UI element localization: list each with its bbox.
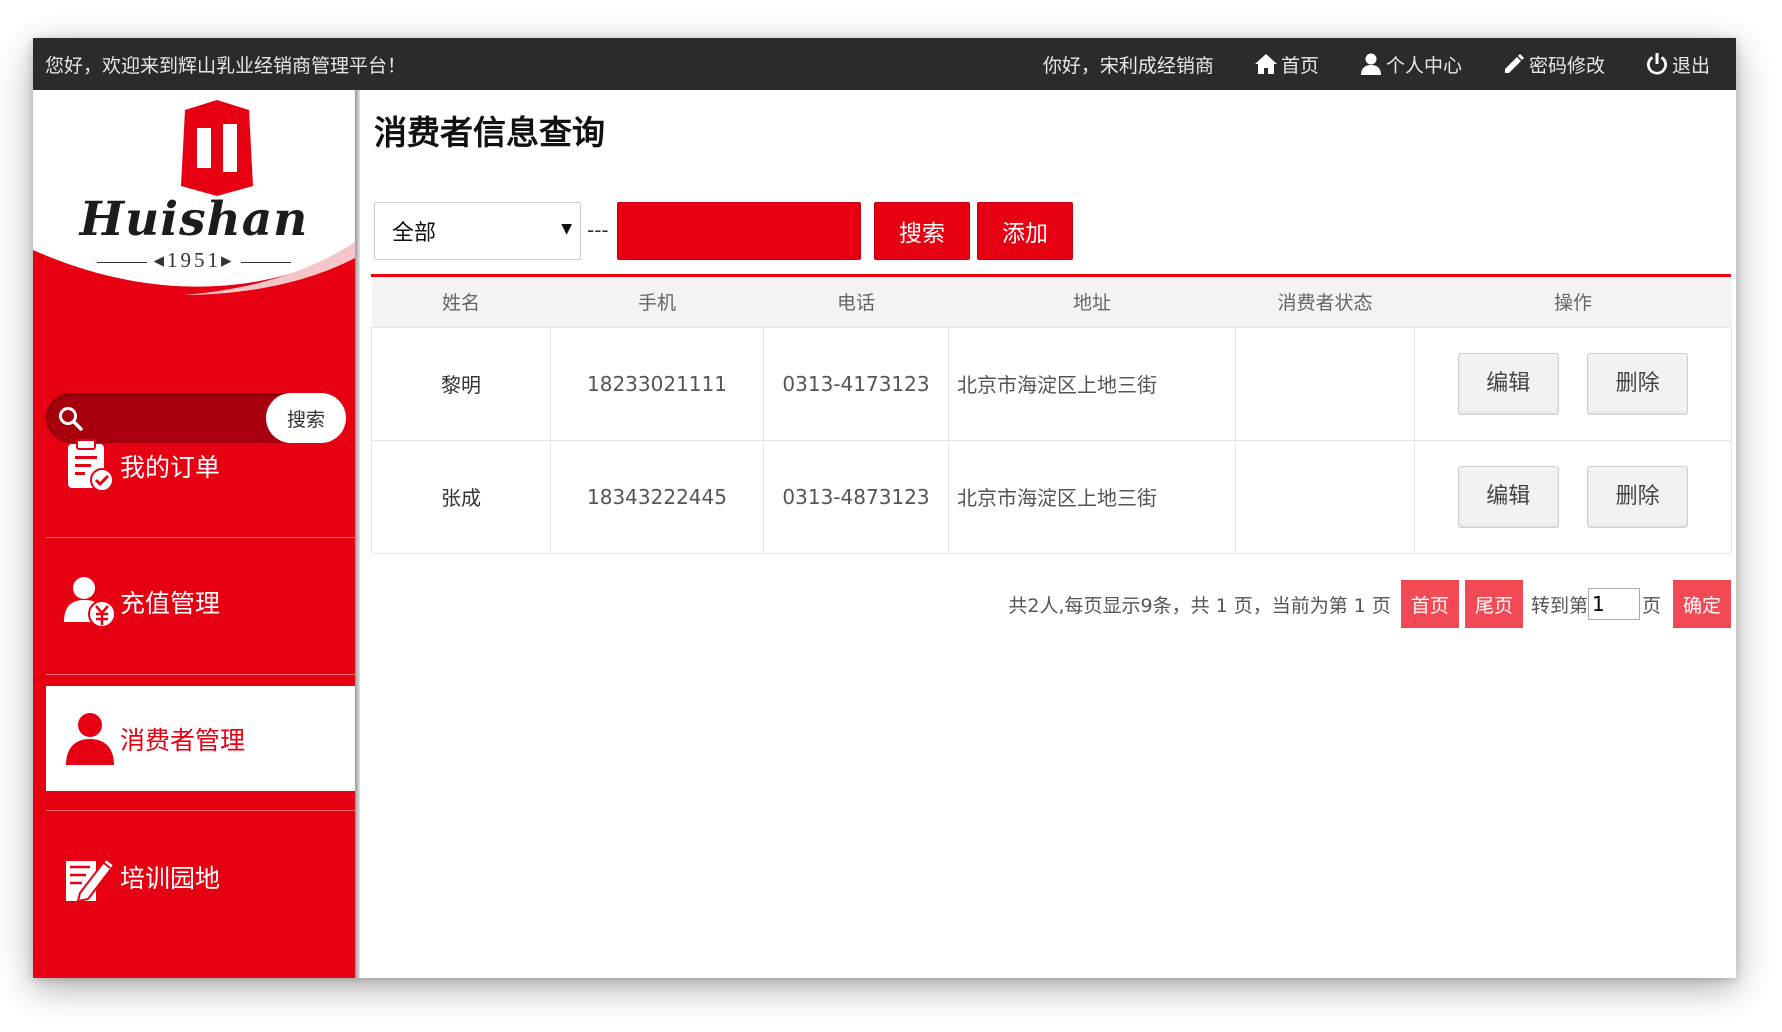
last-page-button[interactable]: 尾页 [1464, 580, 1523, 628]
sidebar-item-label: 消费者管理 [120, 725, 246, 755]
goto-confirm-button[interactable]: 确定 [1672, 580, 1731, 628]
delete-button[interactable]: 删除 [1587, 465, 1689, 528]
sidebar-item-label: 充值管理 [120, 589, 221, 618]
brand-logo: Huishan ◂1951▸ [33, 90, 355, 300]
sidebar-item-label: 培训园地 [120, 864, 221, 893]
cell-phone: 0313-4873123 [763, 439, 949, 554]
personal-center-label: 个人中心 [1385, 54, 1462, 77]
column-header-phone: 电话 [763, 277, 949, 328]
power-icon [1646, 53, 1667, 75]
column-header-actions: 操作 [1414, 277, 1732, 328]
training-edit-icon [66, 857, 116, 903]
change-password-label: 密码修改 [1528, 54, 1605, 77]
first-page-button[interactable]: 首页 [1400, 580, 1459, 628]
table-header-row: 姓名 手机 电话 地址 消费者状态 操作 [371, 277, 1732, 328]
filter-separator: --- [587, 218, 609, 242]
sidebar-divider [46, 537, 355, 538]
page-title: 消费者信息查询 [374, 113, 605, 152]
top-bar-actions: 你好，宋利成经销商 首页 个人中心 密码修改 退出 [1043, 38, 1736, 90]
goto-prefix: 转到第 [1530, 594, 1588, 617]
cell-address: 北京市海淀区上地三街 [948, 326, 1236, 441]
cell-mobile: 18343222445 [550, 439, 764, 554]
cell-phone: 0313-4173123 [763, 326, 949, 441]
goto-suffix: 页 [1641, 594, 1661, 617]
cell-address: 北京市海淀区上地三街 [948, 439, 1236, 554]
personal-center-link[interactable]: 个人中心 [1359, 51, 1462, 78]
chevron-down-icon: ▼ [561, 221, 572, 237]
cell-actions: 编辑 删除 [1414, 439, 1732, 554]
column-header-address: 地址 [948, 277, 1236, 328]
consumer-table: 姓名 手机 电话 地址 消费者状态 操作 黎明 18233021111 0313… [371, 274, 1732, 554]
sidebar: Huishan ◂1951▸ 搜索 我的订单 充值管理 消费者管理 培训园地 [33, 90, 355, 978]
column-header-mobile: 手机 [550, 277, 764, 328]
cell-mobile: 18233021111 [550, 326, 764, 441]
pagination-summary: 共2人,每页显示9条，共 1 页，当前为第 1 页 [1008, 594, 1391, 617]
pagination: 共2人,每页显示9条，共 1 页，当前为第 1 页 首页 尾页 转到第 页 确定 [371, 580, 1731, 628]
user-greeting: 你好，宋利成经销商 [1042, 54, 1214, 77]
change-password-link[interactable]: 密码修改 [1502, 51, 1605, 78]
sidebar-item-recharge[interactable]: 充值管理 [46, 546, 355, 658]
recharge-user-icon [64, 577, 116, 628]
cell-name: 黎明 [371, 326, 551, 441]
sidebar-item-my-orders[interactable]: 我的订单 [46, 410, 355, 522]
status-filter-select[interactable]: 全部 ▼ [374, 202, 581, 260]
logout-label: 退出 [1671, 54, 1710, 77]
delete-button[interactable]: 删除 [1587, 352, 1689, 415]
cell-status [1235, 439, 1415, 554]
goto-page-input[interactable] [1587, 588, 1640, 620]
welcome-message: 您好，欢迎来到辉山乳业经销商管理平台！ [45, 54, 407, 77]
table-row: 黎明 18233021111 0313-4173123 北京市海淀区上地三街 编… [371, 326, 1732, 441]
filter-selected-value: 全部 [392, 221, 437, 246]
sidebar-item-label: 我的订单 [120, 453, 221, 482]
user-icon [1360, 53, 1381, 75]
order-clipboard-icon [68, 439, 114, 492]
sidebar-item-training[interactable]: 培训园地 [46, 821, 355, 933]
app-window: 您好，欢迎来到辉山乳业经销商管理平台！ 你好，宋利成经销商 首页 个人中心 密码… [33, 38, 1736, 978]
edit-button[interactable]: 编辑 [1457, 352, 1559, 415]
home-link[interactable]: 首页 [1254, 51, 1319, 78]
home-icon [1254, 54, 1277, 74]
search-input[interactable] [617, 202, 861, 260]
column-header-status: 消费者状态 [1235, 277, 1415, 328]
cell-status [1235, 326, 1415, 441]
pencil-icon [1504, 54, 1524, 73]
brand-year: ◂1951▸ [33, 248, 355, 273]
sidebar-divider [46, 810, 355, 811]
logout-link[interactable]: 退出 [1645, 51, 1710, 78]
brand-name: Huishan [79, 192, 309, 247]
top-bar: 您好，欢迎来到辉山乳业经销商管理平台！ 你好，宋利成经销商 首页 个人中心 密码… [33, 38, 1736, 90]
search-button[interactable]: 搜索 [874, 202, 970, 260]
edit-button[interactable]: 编辑 [1457, 465, 1559, 528]
table-row: 张成 18343222445 0313-4873123 北京市海淀区上地三街 编… [371, 439, 1732, 554]
sidebar-divider [46, 674, 355, 675]
sidebar-item-consumers[interactable]: 消费者管理 [46, 686, 355, 791]
cell-name: 张成 [371, 439, 551, 554]
add-button[interactable]: 添加 [977, 202, 1073, 260]
seal-logo-icon [181, 100, 253, 196]
home-link-label: 首页 [1280, 54, 1319, 77]
column-header-name: 姓名 [371, 277, 551, 328]
main-content: 消费者信息查询 全部 ▼ --- 搜索 添加 姓名 手机 电话 地址 消费者状态… [371, 90, 1736, 978]
sidebar-edge [355, 90, 360, 978]
cell-actions: 编辑 删除 [1414, 326, 1732, 441]
brand-year-text: 1951 [167, 248, 221, 272]
consumer-user-icon [66, 712, 114, 765]
